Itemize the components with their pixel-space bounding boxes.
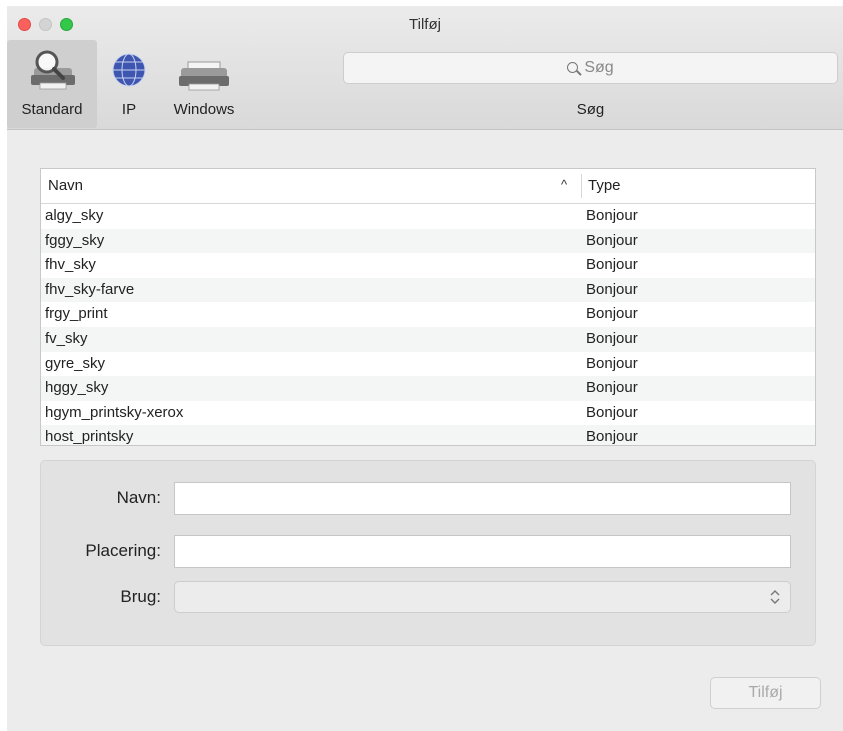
add-printer-window: Tilføj Standard IP Windows Søg Søg Navn … bbox=[7, 6, 843, 731]
table-row[interactable]: fhv_sky Bonjour bbox=[41, 253, 815, 278]
toolbar-ip[interactable]: IP bbox=[97, 40, 161, 128]
location-field[interactable] bbox=[174, 535, 791, 568]
location-label: Placering: bbox=[85, 541, 161, 560]
printer-type: Bonjour bbox=[586, 428, 638, 446]
table-row[interactable]: fv_sky Bonjour bbox=[41, 326, 815, 352]
printer-type: Bonjour bbox=[586, 329, 638, 347]
table-row[interactable]: gyre_sky Bonjour bbox=[41, 352, 815, 377]
name-field[interactable] bbox=[174, 482, 791, 515]
column-header-type[interactable]: Type bbox=[588, 177, 621, 194]
toolbar-windows-label: Windows bbox=[173, 101, 235, 118]
printer-list[interactable]: Navn ^ Type algy_sky Bonjour fggy_sky Bonj… bbox=[40, 168, 816, 446]
printer-type: Bonjour bbox=[586, 354, 638, 372]
globe-icon bbox=[112, 53, 146, 87]
table-row[interactable]: fhv_sky-farve Bonjour bbox=[41, 277, 815, 303]
printer-type: Bonjour bbox=[586, 280, 638, 298]
search-icon bbox=[567, 62, 579, 73]
toolbar-standard[interactable]: Standard bbox=[7, 40, 97, 128]
table-row[interactable]: host_printsky Bonjour bbox=[41, 425, 815, 446]
printer-name: hgym_printsky-xerox bbox=[45, 403, 184, 421]
column-divider[interactable] bbox=[581, 174, 582, 198]
printer-name: algy_sky bbox=[45, 207, 104, 224]
table-row[interactable]: frgy_print Bonjour bbox=[41, 302, 815, 327]
add-button[interactable]: Tilføj bbox=[710, 677, 821, 709]
search-label: Søg bbox=[576, 101, 605, 118]
up-down-chevron-icon bbox=[770, 590, 780, 604]
printer-name: fv_sky bbox=[45, 329, 88, 347]
printer-magnifier-icon bbox=[31, 50, 75, 90]
printer-icon bbox=[179, 61, 229, 91]
column-header-name[interactable]: Navn bbox=[48, 177, 83, 194]
table-row[interactable]: fggy_sky Bonjour bbox=[41, 228, 815, 254]
name-label: Navn: bbox=[116, 488, 161, 507]
printer-type: Bonjour bbox=[586, 379, 638, 397]
printer-details-panel: Navn: Placering: Brug: bbox=[40, 460, 816, 646]
use-label: Brug: bbox=[120, 587, 161, 606]
list-header: Navn ^ Type bbox=[41, 169, 815, 204]
printer-name: fggy_sky bbox=[45, 231, 105, 249]
list-rows: algy_sky Bonjour fggy_sky Bonjour fhv_sky B… bbox=[41, 204, 815, 446]
printer-type: Bonjour bbox=[586, 231, 638, 249]
table-row[interactable]: hggy_sky Bonjour bbox=[41, 376, 815, 401]
printer-name: fhv_sky-farve bbox=[45, 280, 135, 298]
search-placeholder-wrap: Søg bbox=[344, 59, 837, 77]
printer-type: Bonjour bbox=[586, 256, 638, 274]
search-field[interactable]: Søg bbox=[343, 52, 838, 84]
search-placeholder: Søg bbox=[584, 59, 614, 76]
printer-name: fhv_sky bbox=[45, 256, 96, 274]
printer-type: Bonjour bbox=[586, 403, 638, 421]
table-row[interactable]: algy_sky Bonjour bbox=[41, 204, 815, 229]
printer-name: host_printsky bbox=[45, 428, 134, 446]
printer-name: hggy_sky bbox=[45, 379, 109, 397]
toolbar-ip-label: IP bbox=[121, 101, 137, 118]
printer-type: Bonjour bbox=[586, 305, 638, 323]
toolbar-standard-label: Standard bbox=[21, 101, 83, 118]
printer-name: frgy_print bbox=[45, 305, 108, 323]
chevron-up-icon[interactable]: ^ bbox=[561, 177, 567, 192]
toolbar-windows[interactable]: Windows bbox=[161, 40, 247, 128]
window-title: Tilføj bbox=[409, 16, 441, 33]
title-toolbar: Tilføj Standard IP Windows Søg Søg bbox=[7, 6, 843, 130]
printer-type: Bonjour bbox=[586, 207, 638, 224]
table-row[interactable]: hgym_printsky-xerox Bonjour bbox=[41, 401, 815, 426]
printer-name: gyre_sky bbox=[45, 354, 106, 372]
use-select[interactable] bbox=[174, 581, 791, 613]
